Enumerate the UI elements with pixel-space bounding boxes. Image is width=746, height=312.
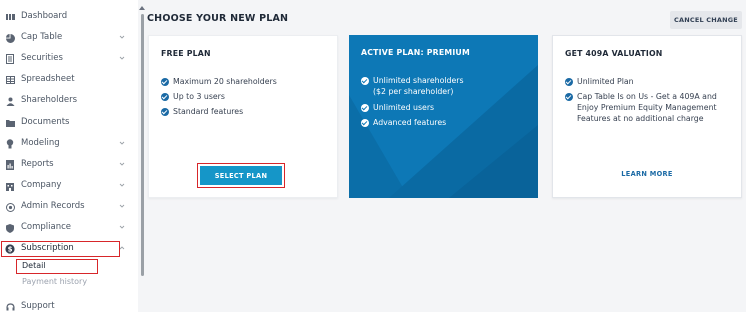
scroll-up-arrow-icon[interactable]: [139, 5, 145, 11]
sidebar-item-label: Documents: [21, 117, 70, 127]
sidebar-item-label: Securities: [21, 53, 63, 63]
lightbulb-icon: [5, 139, 15, 149]
check-circle-icon: [565, 93, 573, 101]
sidebar: Dashboard Cap Table Securities Spreadshe…: [0, 0, 138, 312]
sidebar-item-modeling[interactable]: Modeling: [0, 135, 132, 153]
sidebar-item-admin-records[interactable]: Admin Records: [0, 198, 132, 216]
scrollbar-thumb[interactable]: [141, 14, 144, 276]
select-plan-button[interactable]: SELECT PLAN: [200, 166, 282, 185]
check-circle-icon: [161, 93, 169, 101]
check-circle-icon: [161, 108, 169, 116]
check-circle-icon: [565, 78, 573, 86]
check-circle-icon: [361, 119, 369, 127]
shield-icon: [5, 223, 15, 233]
chevron-down-icon: [119, 225, 125, 229]
sidebar-item-label: Support: [21, 301, 55, 311]
subscription-highlight: [1, 241, 120, 257]
cancel-change-button[interactable]: CANCEL CHANGE: [670, 11, 742, 29]
sidebar-item-label: Dashboard: [21, 11, 68, 21]
sidebar-item-spreadsheet[interactable]: Spreadsheet: [0, 71, 132, 89]
sidebar-item-securities[interactable]: Securities: [0, 50, 132, 68]
sidebar-item-reports[interactable]: Reports: [0, 156, 132, 174]
plan-card-title: ACTIVE PLAN: PREMIUM: [361, 48, 470, 57]
sidebar-item-dashboard[interactable]: Dashboard: [0, 8, 132, 26]
sidebar-subitem-payment-history[interactable]: Payment history: [0, 275, 132, 289]
sidebar-item-documents[interactable]: Documents: [0, 114, 132, 132]
card-background-pattern: [349, 65, 538, 198]
chevron-down-icon: [119, 183, 125, 187]
sidebar-item-label: Modeling: [21, 138, 60, 148]
building-icon: [5, 181, 15, 191]
sidebar-item-label: Cap Table: [21, 32, 63, 42]
sidebar-item-label: Reports: [21, 159, 54, 169]
sidebar-item-label: Compliance: [21, 222, 72, 232]
sidebar-item-label: Shareholders: [21, 95, 78, 105]
document-icon: [5, 54, 15, 64]
select-plan-button-highlight: SELECT PLAN: [197, 163, 285, 188]
check-circle-icon: [361, 104, 369, 112]
pie-chart-icon: [5, 33, 15, 43]
report-icon: [5, 160, 15, 170]
sidebar-item-label: Spreadsheet: [21, 74, 75, 84]
sidebar-item-compliance[interactable]: Compliance: [0, 219, 132, 237]
headset-icon: [5, 302, 15, 312]
chevron-down-icon: [119, 56, 125, 60]
plan-card-title: FREE PLAN: [161, 49, 211, 58]
sidebar-item-shareholders[interactable]: Shareholders: [0, 92, 132, 110]
sidebar-subitem-label: Payment history: [22, 277, 88, 286]
spreadsheet-icon: [5, 75, 15, 85]
chevron-down-icon: [119, 162, 125, 166]
person-icon: [5, 96, 15, 106]
sidebar-item-company[interactable]: Company: [0, 177, 132, 195]
sidebar-item-cap-table[interactable]: Cap Table: [0, 29, 132, 47]
detail-highlight: [16, 259, 98, 274]
check-circle-icon: [361, 77, 369, 85]
check-circle-icon: [161, 78, 169, 86]
plan-card-premium: ACTIVE PLAN: PREMIUM Unlimited sharehold…: [349, 35, 538, 198]
learn-more-link[interactable]: LEARN MORE: [552, 170, 742, 178]
chevron-down-icon: [119, 35, 125, 39]
plan-card-title: GET 409A VALUATION: [565, 49, 663, 58]
records-icon: [5, 202, 15, 212]
page-title: CHOOSE YOUR NEW PLAN: [147, 13, 289, 24]
sidebar-item-label: Admin Records: [21, 201, 85, 211]
dashboard-icon: [5, 12, 15, 22]
chevron-down-icon: [119, 141, 125, 145]
chevron-down-icon: [119, 204, 125, 208]
folder-icon: [5, 118, 15, 128]
sidebar-item-label: Company: [21, 180, 62, 190]
app-root: Dashboard Cap Table Securities Spreadshe…: [0, 0, 746, 312]
sidebar-item-support[interactable]: Support: [0, 298, 132, 312]
